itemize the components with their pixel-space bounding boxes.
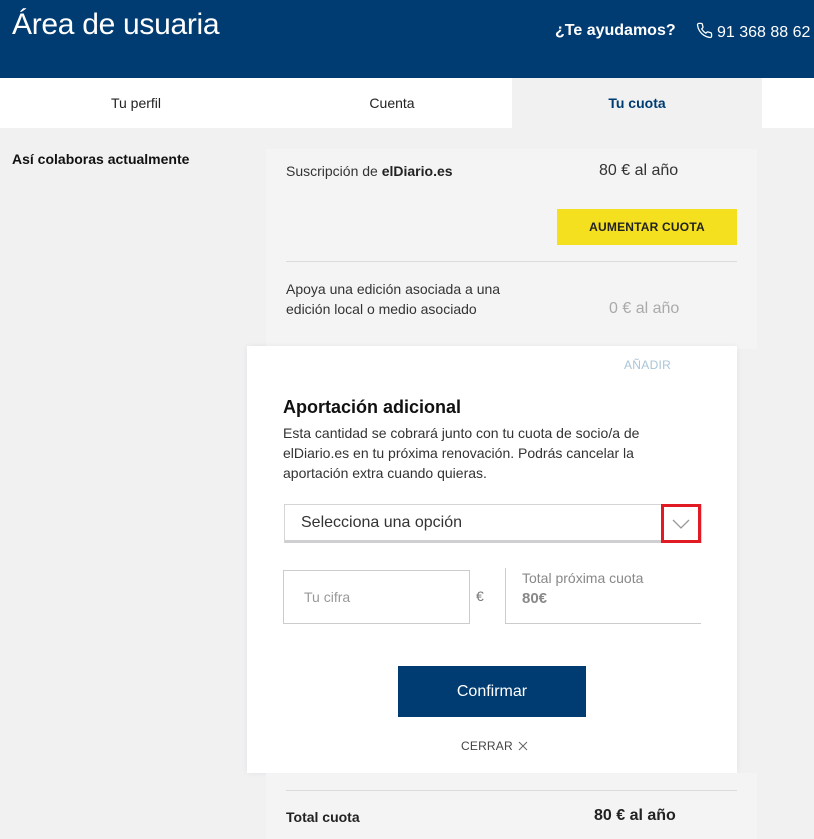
subscription-price: 80 € al año: [599, 162, 679, 179]
amount-input[interactable]: [283, 570, 470, 624]
page-title: Área de usuaria: [12, 8, 220, 41]
increase-fee-button[interactable]: AUMENTAR CUOTA: [557, 209, 737, 245]
phone-icon: [696, 22, 713, 44]
header: Área de usuaria ¿Te ayudamos? 91 368 88 …: [0, 0, 814, 78]
next-total-value: 80€: [522, 590, 548, 607]
divider: [286, 261, 737, 262]
section-title: Así colaboras actualmente: [12, 151, 190, 167]
chevron-down-icon: [672, 519, 690, 529]
close-button[interactable]: CERRAR: [461, 739, 528, 753]
next-total-box: Total próxima cuota 80€: [505, 568, 701, 624]
tab-bar: Tu perfil Cuenta Tu cuota: [0, 78, 814, 128]
total-panel: Total cuota 80 € al año: [266, 773, 757, 839]
help-link[interactable]: ¿Te ayudamos?: [555, 22, 676, 40]
subscription-label: Suscripción de elDiario.es: [286, 163, 453, 179]
close-label: CERRAR: [461, 739, 513, 753]
subscription-label-prefix: Suscripción de: [286, 163, 382, 179]
modal-title: Aportación adicional: [283, 397, 462, 417]
select-arrow[interactable]: [661, 504, 701, 543]
next-total-label: Total próxima cuota: [522, 570, 644, 586]
phone-number: 91 368 88 62: [717, 24, 811, 41]
local-edition-price: 0 € al año: [609, 300, 680, 317]
additional-contribution-modal: AÑADIR Aportación adicional Esta cantida…: [247, 346, 737, 773]
local-edition-label: Apoya una edición asociada a una edición…: [286, 281, 501, 317]
option-select[interactable]: Selecciona una opción: [284, 504, 702, 543]
tab-tu-cuota[interactable]: Tu cuota: [512, 78, 762, 128]
modal-description: Esta cantidad se cobrará junto con tu cu…: [283, 425, 640, 481]
select-value: Selecciona una opción: [301, 514, 463, 531]
divider: [286, 790, 737, 791]
subscription-panel: Suscripción de elDiario.es 80 € al año A…: [266, 149, 757, 349]
currency-symbol: €: [476, 588, 484, 604]
tab-cuenta[interactable]: Cuenta: [272, 78, 512, 128]
add-link[interactable]: AÑADIR: [624, 358, 671, 372]
close-icon: [518, 741, 528, 751]
confirm-button[interactable]: Confirmar: [398, 666, 586, 717]
subscription-brand: elDiario.es: [381, 163, 453, 179]
phone-link[interactable]: 91 368 88 62: [696, 22, 810, 44]
total-value: 80 € al año: [594, 807, 676, 824]
tab-tu-perfil[interactable]: Tu perfil: [0, 78, 272, 128]
total-label: Total cuota: [286, 809, 360, 825]
